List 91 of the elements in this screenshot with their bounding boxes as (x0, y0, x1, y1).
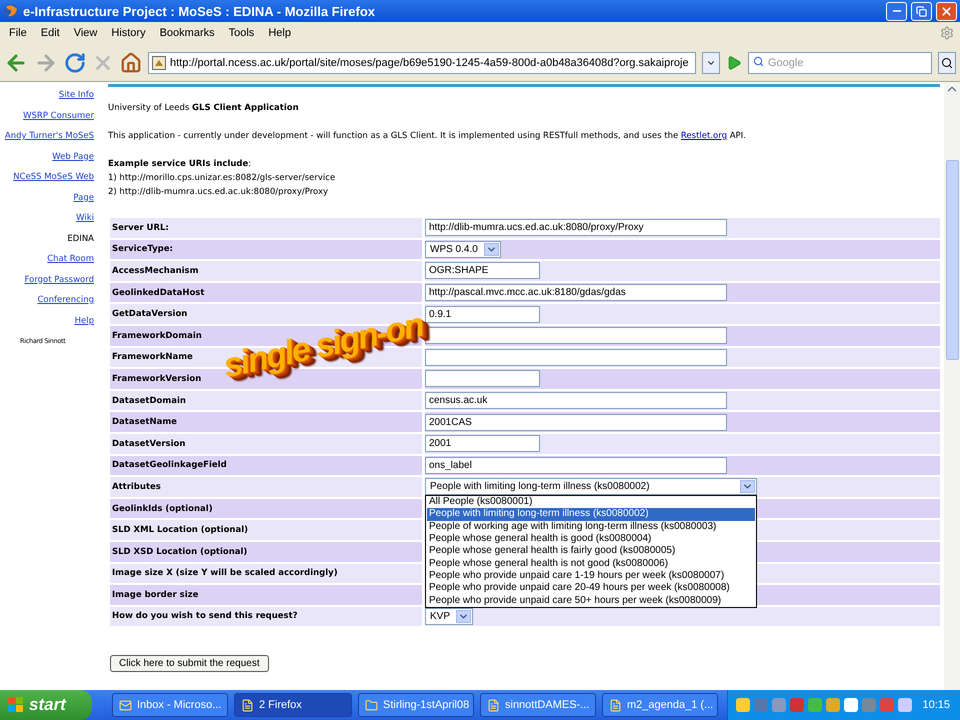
submit-button[interactable]: Click here to submit the request (110, 655, 269, 672)
sidebar-link[interactable]: Help (0, 310, 94, 331)
form-label: Image border size (110, 585, 422, 605)
select-field[interactable]: WPS 0.4.0 (425, 240, 501, 258)
minimize-button[interactable] (886, 2, 907, 20)
tray-icon[interactable] (844, 698, 858, 712)
envelope-icon (119, 698, 132, 712)
menu-item[interactable]: Bookmarks (152, 27, 222, 39)
sidebar-link[interactable]: WSRP Consumer (0, 106, 94, 126)
text-field[interactable]: http://dlib-mumra.ucs.ed.ac.uk:8080/proxy/Proxy (425, 219, 727, 236)
go-icon[interactable] (726, 54, 742, 70)
form-label: Server URL: (110, 218, 422, 238)
chevron-down-icon (484, 242, 499, 256)
tray-icon[interactable] (898, 698, 912, 712)
taskbar-item[interactable]: m2_agenda_1 (... (602, 693, 718, 717)
scrollbar[interactable] (944, 82, 960, 690)
form-label: Image size X (size Y will be scaled accordingly) (110, 564, 422, 584)
intro-paragraph: This application - currently under development - will function as a GLS Client. It is implemented using RESTfull methods, and uses the Restlet.org API. (108, 130, 747, 143)
taskbar-item[interactable]: Inbox - Microso... (112, 693, 228, 717)
taskbar-item[interactable]: Stirling-1stApril08 (358, 693, 474, 717)
document-icon (241, 698, 254, 712)
text-field[interactable]: http://pascal.mvc.mcc.ac.uk:8180/gdas/gdas (425, 284, 727, 302)
form-label: SLD XSD Location (optional) (110, 542, 422, 562)
document-icon (609, 698, 622, 712)
examples-heading: Example service URIs include: (108, 158, 252, 171)
form-label: GeolinkedDataHost (110, 282, 422, 302)
menu-item[interactable]: History (104, 27, 153, 39)
text-field[interactable] (425, 370, 540, 388)
menu-item[interactable]: File (2, 27, 34, 39)
taskbar-item[interactable]: 2 Firefox (234, 693, 352, 717)
sidebar-link[interactable]: Conferencing (0, 290, 94, 310)
sidebar-link[interactable]: NCeSS MoSeS Web Page (0, 167, 94, 208)
sidebar-link[interactable]: Chat Room (0, 249, 94, 270)
example-url: 2) http://dlib-mumra.ucs.ed.ac.uk:8080/proxy/Proxy (108, 186, 330, 199)
close-button[interactable] (936, 2, 957, 20)
menu-item[interactable]: Help (261, 27, 298, 39)
text-field[interactable]: ons_label (425, 456, 727, 474)
form-label: DatasetName (110, 412, 422, 432)
form-label: Attributes (110, 477, 422, 497)
tray-icon[interactable] (826, 698, 840, 712)
search-button[interactable] (938, 52, 956, 74)
form-label: SLD XML Location (optional) (110, 520, 422, 540)
form-label: GeolinkIds (optional) (110, 498, 422, 518)
sidebar-link[interactable]: Wiki (0, 208, 94, 228)
menu-item[interactable]: View (66, 27, 104, 39)
example-url: 1) http://morillo.cps.unizar.es:8082/gls-server/service (108, 172, 336, 185)
page-icon (152, 56, 166, 70)
text-field[interactable]: 0.9.1 (425, 306, 540, 323)
window-title: e-Infrastructure Project : MoSeS : EDINA - Mozilla Firefox (23, 4, 376, 18)
sidebar-link[interactable]: Andy Turner's MoSeS Web Page (0, 126, 94, 167)
windows-logo-icon (8, 697, 24, 713)
dropdown-option[interactable]: People with limiting long-term illness (ks0080002) (427, 508, 755, 521)
form-label: AccessMechanism (110, 261, 422, 281)
tray-icon[interactable] (790, 698, 804, 712)
form-label: DatasetGeolinkageField (110, 456, 422, 476)
taskbar-item[interactable]: sinnottDAMES-... (480, 693, 596, 717)
form-label: ServiceType: (110, 240, 422, 260)
text-field[interactable] (425, 327, 727, 344)
sidebar-item[interactable]: EDINA (0, 228, 94, 249)
home-icon[interactable] (120, 52, 142, 74)
search-icon (941, 56, 953, 68)
text-field[interactable]: OGR:SHAPE (425, 262, 540, 280)
chevron-down-icon (740, 480, 755, 494)
restlet-link[interactable]: Restlet.org (680, 131, 727, 141)
select-field[interactable]: People with limiting long-term illness (ks0080002) (425, 478, 757, 496)
restore-button[interactable] (911, 2, 932, 20)
text-field[interactable]: 2001 (425, 435, 540, 452)
text-field[interactable] (425, 348, 727, 366)
menu-item[interactable]: Edit (34, 27, 67, 39)
close-icon (940, 4, 953, 18)
page-heading: University of Leeds GLS Client Application (108, 102, 300, 115)
document-icon (487, 698, 500, 712)
chevron-down-icon (456, 610, 472, 623)
form-label: How do you wish to send this request? (110, 606, 422, 626)
sidebar-link[interactable]: Site Info (0, 85, 94, 106)
restore-icon (916, 6, 927, 16)
clock: 10:15 (922, 699, 950, 711)
history-dropdown-button[interactable] (702, 52, 720, 74)
browser-logo-icon (3, 3, 19, 19)
sidebar-link[interactable]: Forgot Password (0, 270, 94, 290)
text-field[interactable]: census.ac.uk (425, 392, 727, 410)
menu-item[interactable]: Tools (222, 27, 262, 39)
folder-icon (365, 698, 378, 712)
select-field[interactable]: KVP (425, 608, 474, 625)
tray-icon[interactable] (808, 698, 822, 712)
reload-icon[interactable] (64, 52, 86, 74)
address-field[interactable]: http://portal.ncess.ac.uk/portal/site/moses/page/b69e5190-1245-4a59-800d-a0b48a36408d?org.sakaiproje (148, 52, 696, 74)
form-label: DatasetVersion (110, 434, 422, 454)
form-label: DatasetDomain (110, 390, 422, 410)
text-field[interactable]: 2001CAS (425, 414, 727, 431)
tray-icon[interactable] (736, 698, 750, 712)
